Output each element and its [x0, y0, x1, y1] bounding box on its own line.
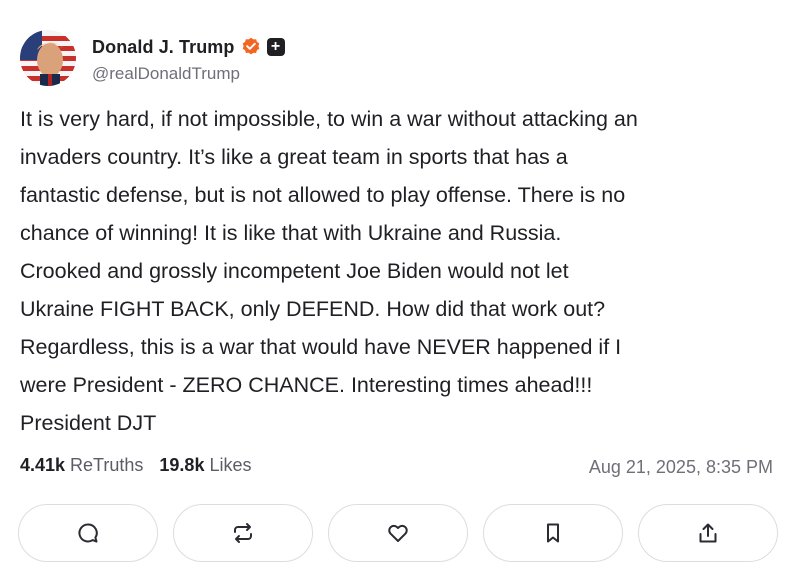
retruth-button[interactable] [173, 504, 313, 562]
likes-count[interactable]: 19.8k [159, 455, 204, 476]
retruths-label[interactable]: ReTruths [70, 455, 143, 476]
bookmark-icon [547, 523, 559, 543]
verified-check-icon [242, 37, 259, 55]
retruths-count[interactable]: 4.41k [20, 455, 65, 476]
post-stats: 4.41k ReTruths 19.8k Likes [20, 455, 251, 476]
post-actions [18, 504, 778, 564]
share-icon [699, 523, 717, 543]
author-handle[interactable]: @realDonaldTrump [92, 64, 240, 84]
heart-icon [388, 524, 408, 542]
comment-icon [78, 523, 98, 543]
reply-button[interactable] [18, 504, 158, 562]
like-button[interactable] [328, 504, 468, 562]
author-name-row: Donald J. Trump + [92, 34, 285, 60]
post-timestamp[interactable]: Aug 21, 2025, 8:35 PM [589, 457, 773, 478]
plus-badge-icon: + [266, 38, 285, 56]
repost-icon [234, 523, 252, 543]
author-display-name[interactable]: Donald J. Trump [92, 37, 235, 58]
truth-post: Donald J. Trump + @realDonaldTrump It is… [0, 0, 800, 582]
author-avatar[interactable] [20, 30, 76, 86]
bookmark-button[interactable] [483, 504, 623, 562]
share-button[interactable] [638, 504, 778, 562]
likes-label[interactable]: Likes [209, 455, 251, 476]
post-text: It is very hard, if not impossible, to w… [20, 107, 638, 435]
avatar-image [20, 30, 76, 86]
